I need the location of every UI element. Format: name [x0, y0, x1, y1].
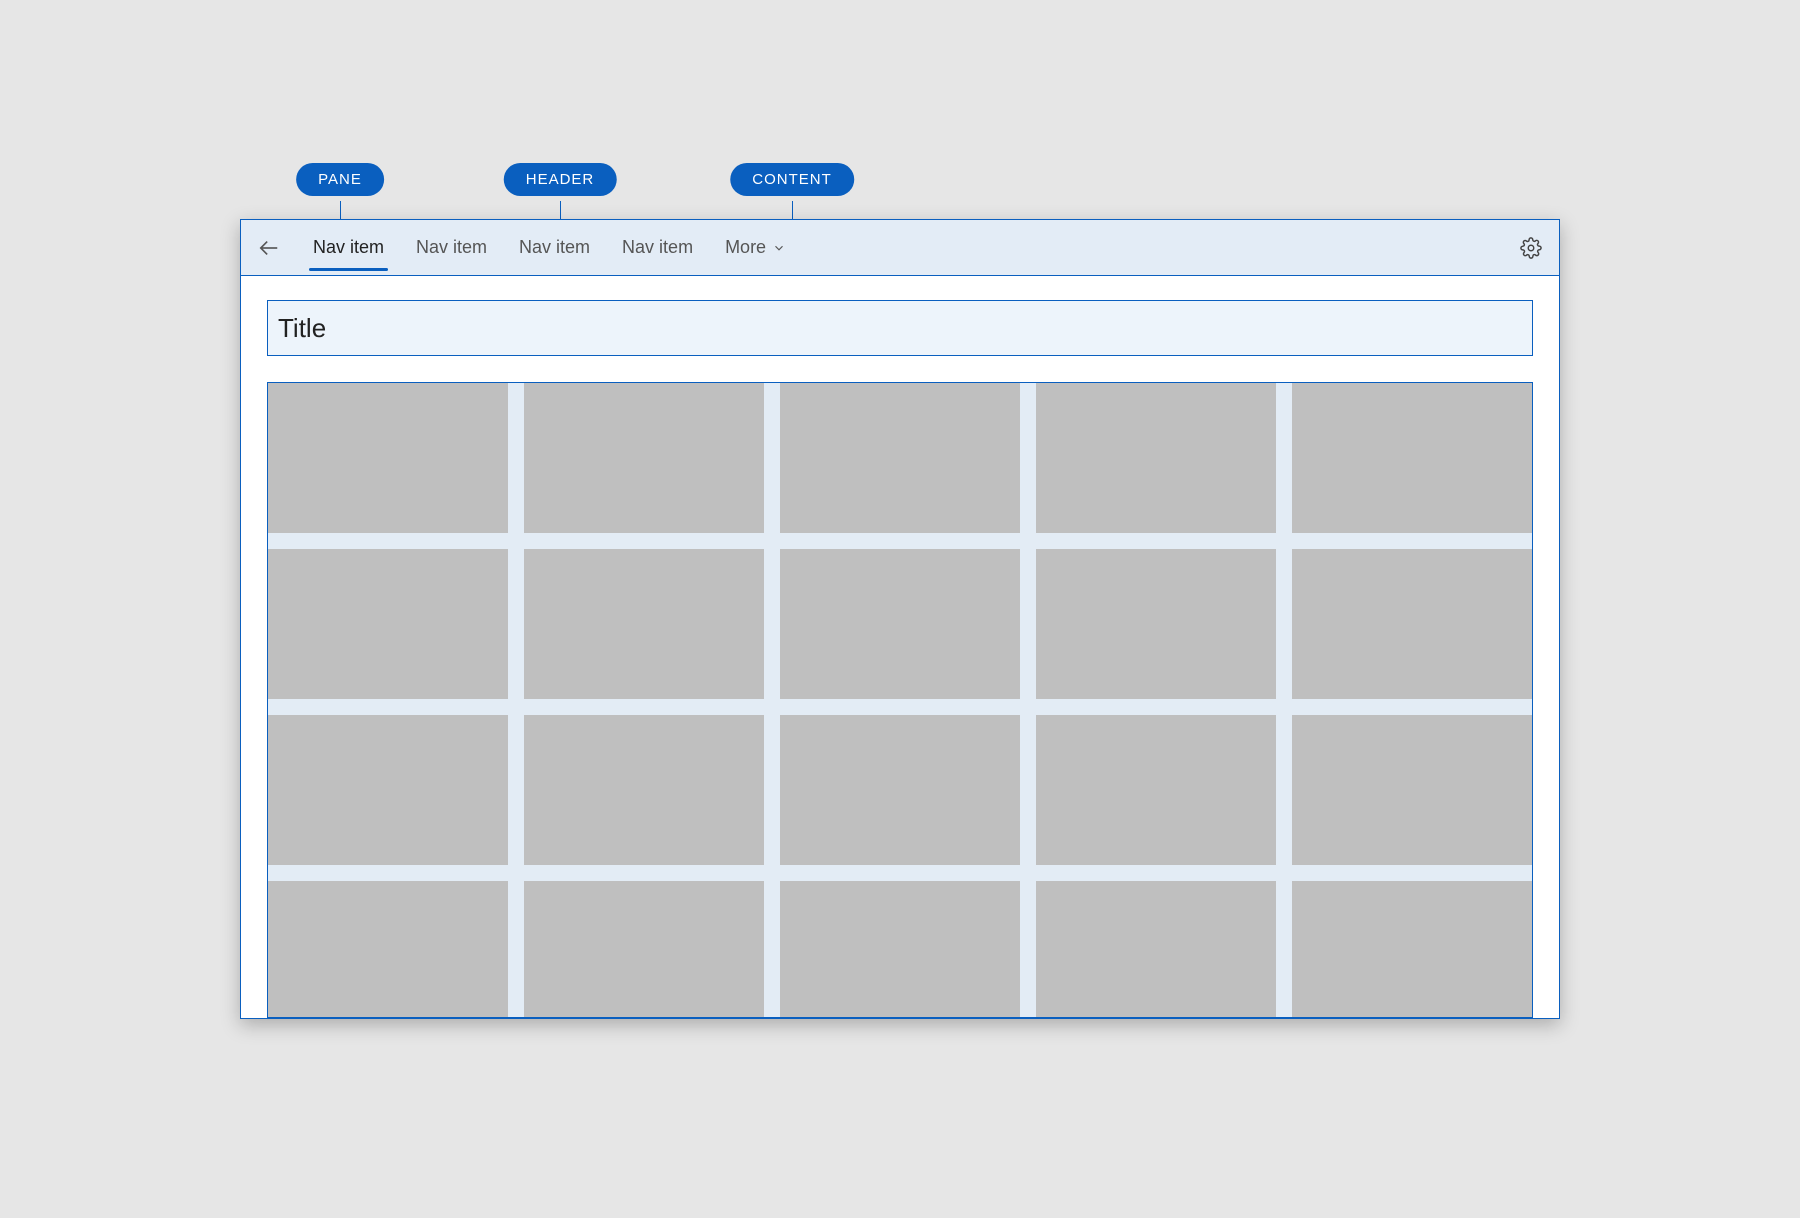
- nav-item-2[interactable]: Nav item: [503, 220, 606, 275]
- nav-item-label: Nav item: [416, 237, 487, 258]
- chevron-down-icon: [772, 241, 786, 255]
- grid-tile[interactable]: [268, 549, 508, 699]
- nav-item-label: Nav item: [622, 237, 693, 258]
- page-title: Title: [278, 313, 326, 344]
- nav-items: Nav item Nav item Nav item Nav item More: [297, 220, 1503, 275]
- nav-item-label: Nav item: [313, 237, 384, 258]
- grid-tile[interactable]: [780, 549, 1020, 699]
- back-button[interactable]: [241, 220, 297, 275]
- grid-tile[interactable]: [1292, 383, 1532, 533]
- header-region: Title: [267, 300, 1533, 356]
- pane-region: Nav item Nav item Nav item Nav item More: [241, 220, 1559, 276]
- grid-tile[interactable]: [780, 383, 1020, 533]
- grid-tile[interactable]: [780, 715, 1020, 865]
- grid-tile[interactable]: [268, 383, 508, 533]
- settings-button[interactable]: [1503, 220, 1559, 275]
- back-arrow-icon: [258, 237, 280, 259]
- callout-pane: PANE: [296, 163, 384, 196]
- grid-tile[interactable]: [1036, 715, 1276, 865]
- nav-item-label: Nav item: [519, 237, 590, 258]
- content-grid: [268, 383, 1532, 1017]
- grid-tile[interactable]: [780, 881, 1020, 1018]
- grid-tile[interactable]: [268, 715, 508, 865]
- page-body: Title: [241, 276, 1559, 1018]
- nav-item-4[interactable]: More: [709, 220, 802, 275]
- grid-tile[interactable]: [268, 881, 508, 1018]
- grid-tile[interactable]: [1036, 881, 1276, 1018]
- callout-row: PANE HEADER CONTENT: [240, 159, 1560, 205]
- grid-tile[interactable]: [524, 383, 764, 533]
- grid-tile[interactable]: [1292, 715, 1532, 865]
- grid-tile[interactable]: [524, 881, 764, 1018]
- nav-item-label: More: [725, 237, 766, 258]
- nav-item-0[interactable]: Nav item: [297, 220, 400, 275]
- grid-tile[interactable]: [1036, 549, 1276, 699]
- nav-item-3[interactable]: Nav item: [606, 220, 709, 275]
- diagram-stage: PANE HEADER CONTENT Nav itemNav itemNav …: [240, 159, 1560, 1059]
- content-region: [267, 382, 1533, 1018]
- grid-tile[interactable]: [1036, 383, 1276, 533]
- callout-header: HEADER: [504, 163, 617, 196]
- grid-tile[interactable]: [1292, 549, 1532, 699]
- gear-icon: [1520, 237, 1542, 259]
- grid-tile[interactable]: [524, 715, 764, 865]
- nav-item-1[interactable]: Nav item: [400, 220, 503, 275]
- grid-tile[interactable]: [1292, 881, 1532, 1018]
- app-window: Nav item Nav item Nav item Nav item More Tit…: [240, 219, 1560, 1019]
- grid-tile[interactable]: [524, 549, 764, 699]
- callout-content: CONTENT: [730, 163, 854, 196]
